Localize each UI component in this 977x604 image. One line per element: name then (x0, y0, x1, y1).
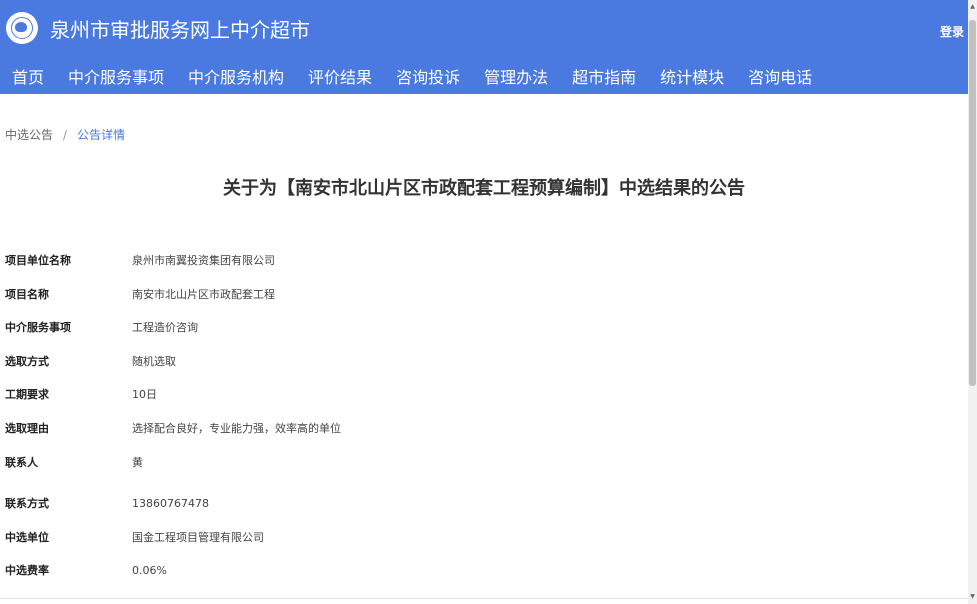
field-value: 工程造价咨询 (132, 321, 198, 334)
scroll-up-icon[interactable]: ▲ (968, 2, 977, 12)
main-nav: 首页 中介服务事项 中介服务机构 评价结果 咨询投诉 管理办法 超市指南 统计模… (0, 64, 824, 92)
field-label: 联系人 (5, 456, 38, 469)
nav-item-regulations[interactable]: 管理办法 (484, 64, 548, 92)
field-value: 黄 (132, 456, 143, 469)
site-logo-icon (6, 12, 38, 44)
field-value: 泉州市南翼投资集团有限公司 (132, 254, 275, 267)
breadcrumb: 中选公告 / 公告详情 (5, 128, 125, 142)
field-value: 0.06% (132, 564, 167, 577)
field-label: 联系方式 (5, 497, 49, 510)
breadcrumb-separator: / (63, 128, 68, 142)
field-label: 工期要求 (5, 388, 49, 401)
nav-item-hotline[interactable]: 咨询电话 (748, 64, 812, 92)
login-link[interactable]: 登录 (940, 24, 964, 40)
nav-item-home[interactable]: 首页 (12, 64, 44, 92)
field-label: 项目单位名称 (5, 254, 71, 267)
field-value: 南安市北山片区市政配套工程 (132, 288, 275, 301)
breadcrumb-parent[interactable]: 中选公告 (5, 128, 53, 142)
field-label: 中介服务事项 (5, 321, 71, 334)
field-value: 国金工程项目管理有限公司 (132, 531, 264, 544)
nav-item-agencies[interactable]: 中介服务机构 (188, 64, 284, 92)
nav-item-service-items[interactable]: 中介服务事项 (68, 64, 164, 92)
vertical-scrollbar[interactable]: ▲ ▼ (968, 0, 977, 604)
scroll-down-icon[interactable]: ▼ (968, 592, 977, 602)
field-label: 选取方式 (5, 355, 49, 368)
field-label: 项目名称 (5, 288, 49, 301)
nav-item-evaluation[interactable]: 评价结果 (308, 64, 372, 92)
field-label: 中选单位 (5, 531, 49, 544)
nav-item-statistics[interactable]: 统计模块 (660, 64, 724, 92)
breadcrumb-current[interactable]: 公告详情 (77, 128, 125, 142)
notice-title: 关于为【南安市北山片区市政配套工程预算编制】中选结果的公告 (223, 178, 745, 199)
site-header: 泉州市审批服务网上中介超市 登录 首页 中介服务事项 中介服务机构 评价结果 咨… (0, 0, 968, 94)
field-value: 随机选取 (132, 355, 176, 368)
nav-item-complaints[interactable]: 咨询投诉 (396, 64, 460, 92)
field-label: 中选费率 (5, 564, 49, 577)
field-value: 10日 (132, 388, 157, 401)
nav-item-guide[interactable]: 超市指南 (572, 64, 636, 92)
divider (0, 598, 968, 599)
site-title: 泉州市审批服务网上中介超市 (50, 18, 310, 42)
field-value: 选择配合良好，专业能力强，效率高的单位 (132, 422, 341, 435)
field-label: 选取理由 (5, 422, 49, 435)
field-value: 13860767478 (132, 497, 209, 510)
scrollbar-thumb[interactable] (969, 20, 976, 386)
